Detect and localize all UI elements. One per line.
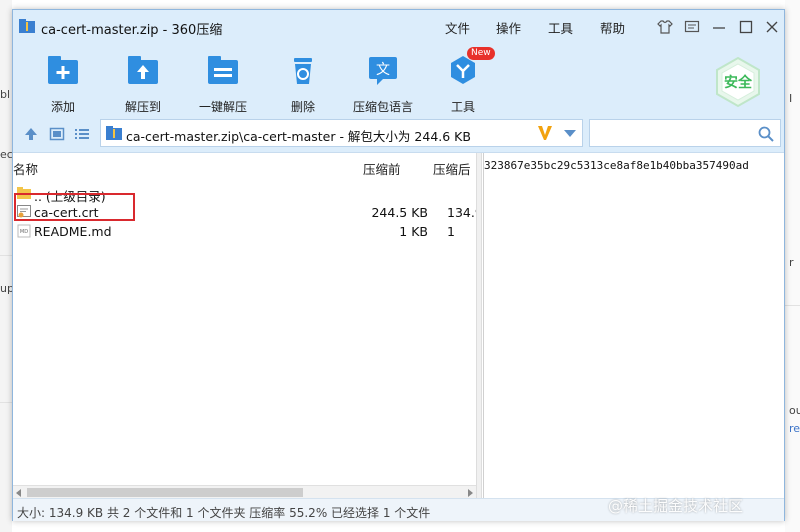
list-item[interactable]: MD README.md 1 KB 1 (13, 222, 476, 241)
horizontal-scrollbar[interactable] (13, 485, 476, 499)
divider (0, 402, 12, 403)
up-arrow-icon[interactable] (23, 127, 39, 141)
tools-button[interactable]: New 工具 (423, 44, 503, 116)
close-icon[interactable] (763, 18, 781, 36)
shield-icon: 安全 (716, 56, 760, 108)
tool-label: 解压到 (124, 100, 161, 114)
chevron-down-icon[interactable] (564, 130, 576, 137)
delete-button[interactable]: 删除 (263, 44, 343, 116)
menu-file[interactable]: 文件 (445, 18, 470, 37)
column-size[interactable]: 压缩前 (363, 159, 401, 178)
add-icon (48, 56, 78, 84)
minimize-icon[interactable] (710, 18, 728, 36)
divider (785, 305, 800, 306)
bg-link: re (789, 422, 800, 435)
zip-app-icon (19, 19, 35, 33)
file-compressed-size: 1 (447, 224, 455, 239)
selection-highlight-box (14, 193, 135, 221)
preview-pane: 323867e35bc29c5313ce8af8e1b40bba357490ad (483, 153, 784, 499)
preview-text: 323867e35bc29c5313ce8af8e1b40bba357490ad (484, 159, 749, 172)
status-text: 大小: 134.9 KB 共 2 个文件和 1 个文件夹 压缩率 55.2% 已… (17, 506, 431, 520)
new-badge: New (467, 47, 495, 60)
background-app-right: I r ou re (785, 0, 800, 532)
tool-label: 压缩包语言 (352, 100, 413, 114)
one-click-extract-icon (208, 56, 238, 84)
tool-label: 添加 (50, 100, 75, 114)
menu-help[interactable]: 帮助 (600, 18, 625, 37)
bg-text: I (789, 92, 793, 105)
archive-window: ca-cert-master.zip - 360压缩 文件 操作 工具 帮助 添… (12, 9, 785, 521)
extract-to-icon (128, 56, 158, 84)
bg-text: r (789, 256, 794, 269)
column-name[interactable]: 名称 (13, 159, 38, 178)
path-field[interactable]: ca-cert-master.zip\ca-cert-master - 解包大小… (100, 119, 583, 147)
file-name: README.md (34, 224, 112, 239)
security-badge[interactable]: 安全 (712, 56, 764, 108)
window-title: ca-cert-master.zip - 360压缩 (41, 23, 223, 38)
menu-operation[interactable]: 操作 (496, 18, 521, 37)
watermark: @稀土掘金技术社区 (608, 497, 744, 515)
archive-path: ca-cert-master.zip\ca-cert-master - 解包大小… (126, 129, 471, 144)
bg-text: ec (0, 148, 13, 161)
address-bar: ca-cert-master.zip\ca-cert-master - 解包大小… (13, 116, 784, 152)
scroll-left-icon[interactable] (16, 489, 21, 497)
one-click-extract-button[interactable]: 一键解压 (183, 44, 263, 116)
language-icon: 文 (369, 57, 397, 85)
divider (0, 255, 12, 256)
safe-label: 安全 (724, 74, 753, 91)
tool-label: 工具 (450, 100, 475, 114)
trash-icon (294, 58, 312, 84)
file-compressed-size: 134.9 (447, 205, 476, 220)
file-list[interactable]: 名称 压缩前 压缩后 .. (上级目录) ca-cert.crt 244.5 K… (13, 153, 476, 499)
feedback-icon[interactable] (683, 18, 701, 36)
archive-language-button[interactable]: 文 压缩包语言 (343, 44, 423, 116)
pane-splitter[interactable] (476, 153, 482, 499)
tool-label: 删除 (290, 100, 315, 114)
scrollbar-thumb[interactable] (27, 488, 303, 497)
file-size: 1 KB (399, 224, 428, 239)
bg-text: ou (789, 404, 800, 417)
background-app-left: bl ec up (0, 0, 14, 532)
column-compressed-size[interactable]: 压缩后 (433, 159, 471, 178)
zip-file-icon (106, 126, 122, 140)
maximize-icon[interactable] (737, 18, 755, 36)
thumbnail-view-icon[interactable] (49, 127, 65, 141)
svg-text:文: 文 (376, 62, 390, 78)
add-button[interactable]: 添加 (23, 44, 103, 116)
markdown-file-icon: MD (17, 224, 31, 238)
title-bar[interactable]: ca-cert-master.zip - 360压缩 文件 操作 工具 帮助 (13, 10, 784, 44)
search-icon[interactable] (758, 126, 774, 142)
file-size: 244.5 KB (371, 205, 428, 220)
verified-v-icon[interactable] (537, 124, 553, 142)
tool-label: 一键解压 (198, 100, 247, 114)
menu-tools[interactable]: 工具 (548, 18, 573, 37)
bg-text: bl (0, 88, 11, 101)
extract-to-button[interactable]: 解压到 (103, 44, 183, 116)
search-input[interactable] (589, 119, 781, 147)
scroll-right-icon[interactable] (468, 489, 473, 497)
svg-text:MD: MD (20, 229, 28, 235)
toolbar: 添加 解压到 一键解压 删除 文 压缩包语言 New 工具 安全 (13, 44, 784, 116)
skin-icon[interactable] (656, 18, 674, 36)
list-view-icon[interactable] (74, 127, 90, 141)
content-area: 名称 压缩前 压缩后 .. (上级目录) ca-cert.crt 244.5 K… (13, 152, 784, 499)
